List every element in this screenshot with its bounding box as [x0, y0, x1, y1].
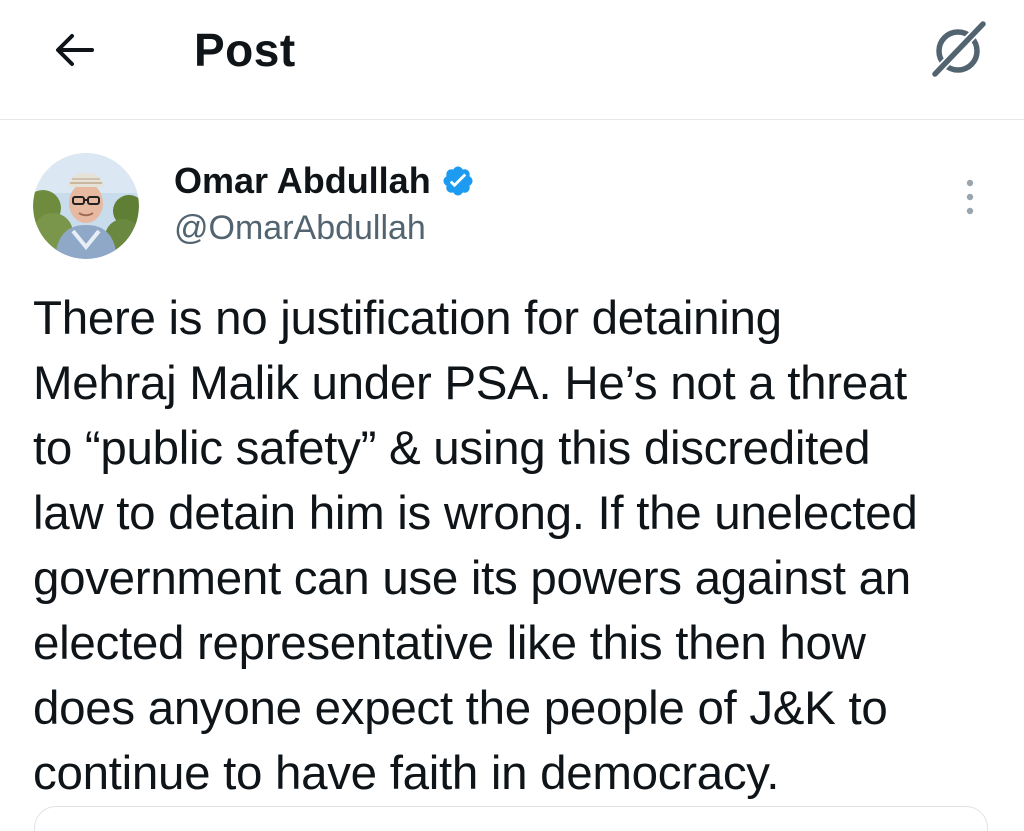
author-name[interactable]: Omar Abdullah [174, 158, 431, 204]
more-options-button[interactable] [950, 172, 990, 222]
grok-button[interactable] [920, 14, 996, 84]
more-vertical-icon [966, 179, 974, 215]
avatar[interactable] [33, 153, 139, 259]
quoted-card[interactable] [34, 806, 988, 831]
profile-photo [33, 153, 139, 259]
author-handle[interactable]: @OmarAbdullah [174, 206, 426, 250]
grok-icon [930, 19, 988, 79]
author-name-row: Omar Abdullah [174, 158, 475, 204]
post-text: There is no justification for detaining … [33, 292, 918, 800]
post-page: Post Omar Abdullah @OmarAbdullah There i… [0, 0, 1024, 831]
top-app-bar: Post [0, 0, 1024, 120]
arrow-left-icon [56, 34, 94, 66]
back-button[interactable] [44, 22, 104, 78]
verified-badge-icon[interactable] [441, 164, 475, 198]
page-title: Post [194, 24, 296, 76]
